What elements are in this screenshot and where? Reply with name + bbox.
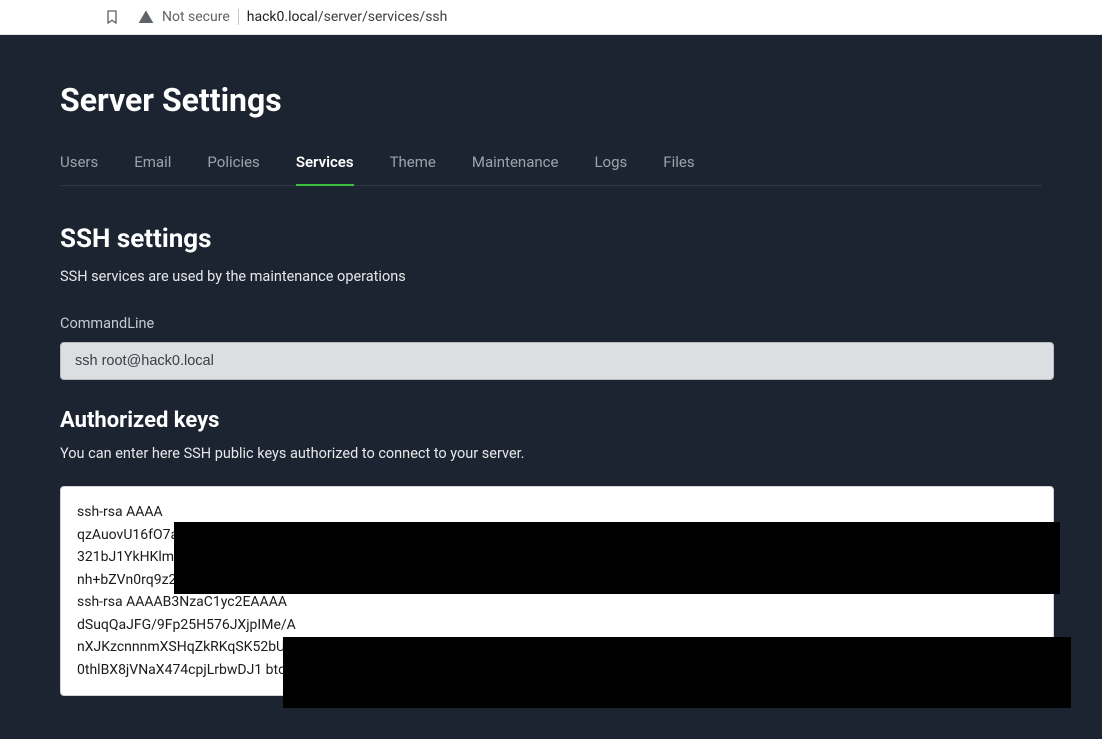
url-display[interactable]: hack0.local/server/services/ssh (247, 9, 448, 25)
page-title: Server Settings (60, 81, 1042, 119)
tab-files[interactable]: Files (663, 153, 694, 185)
divider (238, 9, 239, 25)
bookmark-icon[interactable] (104, 9, 120, 25)
tab-logs[interactable]: Logs (594, 153, 627, 185)
section-description-ssh: SSH services are used by the maintenance… (60, 268, 1042, 285)
section-heading-ssh: SSH settings (60, 224, 1042, 254)
tab-theme[interactable]: Theme (390, 153, 436, 185)
commandline-input[interactable] (60, 342, 1054, 380)
tab-email[interactable]: Email (134, 153, 171, 185)
commandline-label: CommandLine (60, 315, 1042, 332)
tabs-bar: Users Email Policies Services Theme Main… (60, 153, 1042, 186)
redaction-block (174, 522, 1060, 594)
redaction-block (283, 637, 1071, 708)
warning-icon (138, 9, 154, 25)
tab-services[interactable]: Services (296, 153, 354, 185)
authorized-keys-textarea[interactable]: ssh-rsa AAAA (60, 486, 1054, 696)
section-heading-authkeys: Authorized keys (60, 408, 1042, 433)
tab-maintenance[interactable]: Maintenance (472, 153, 559, 185)
tab-policies[interactable]: Policies (207, 153, 259, 185)
tab-users[interactable]: Users (60, 153, 98, 185)
security-label: Not secure (162, 9, 230, 25)
section-description-authkeys: You can enter here SSH public keys autho… (60, 445, 1042, 462)
